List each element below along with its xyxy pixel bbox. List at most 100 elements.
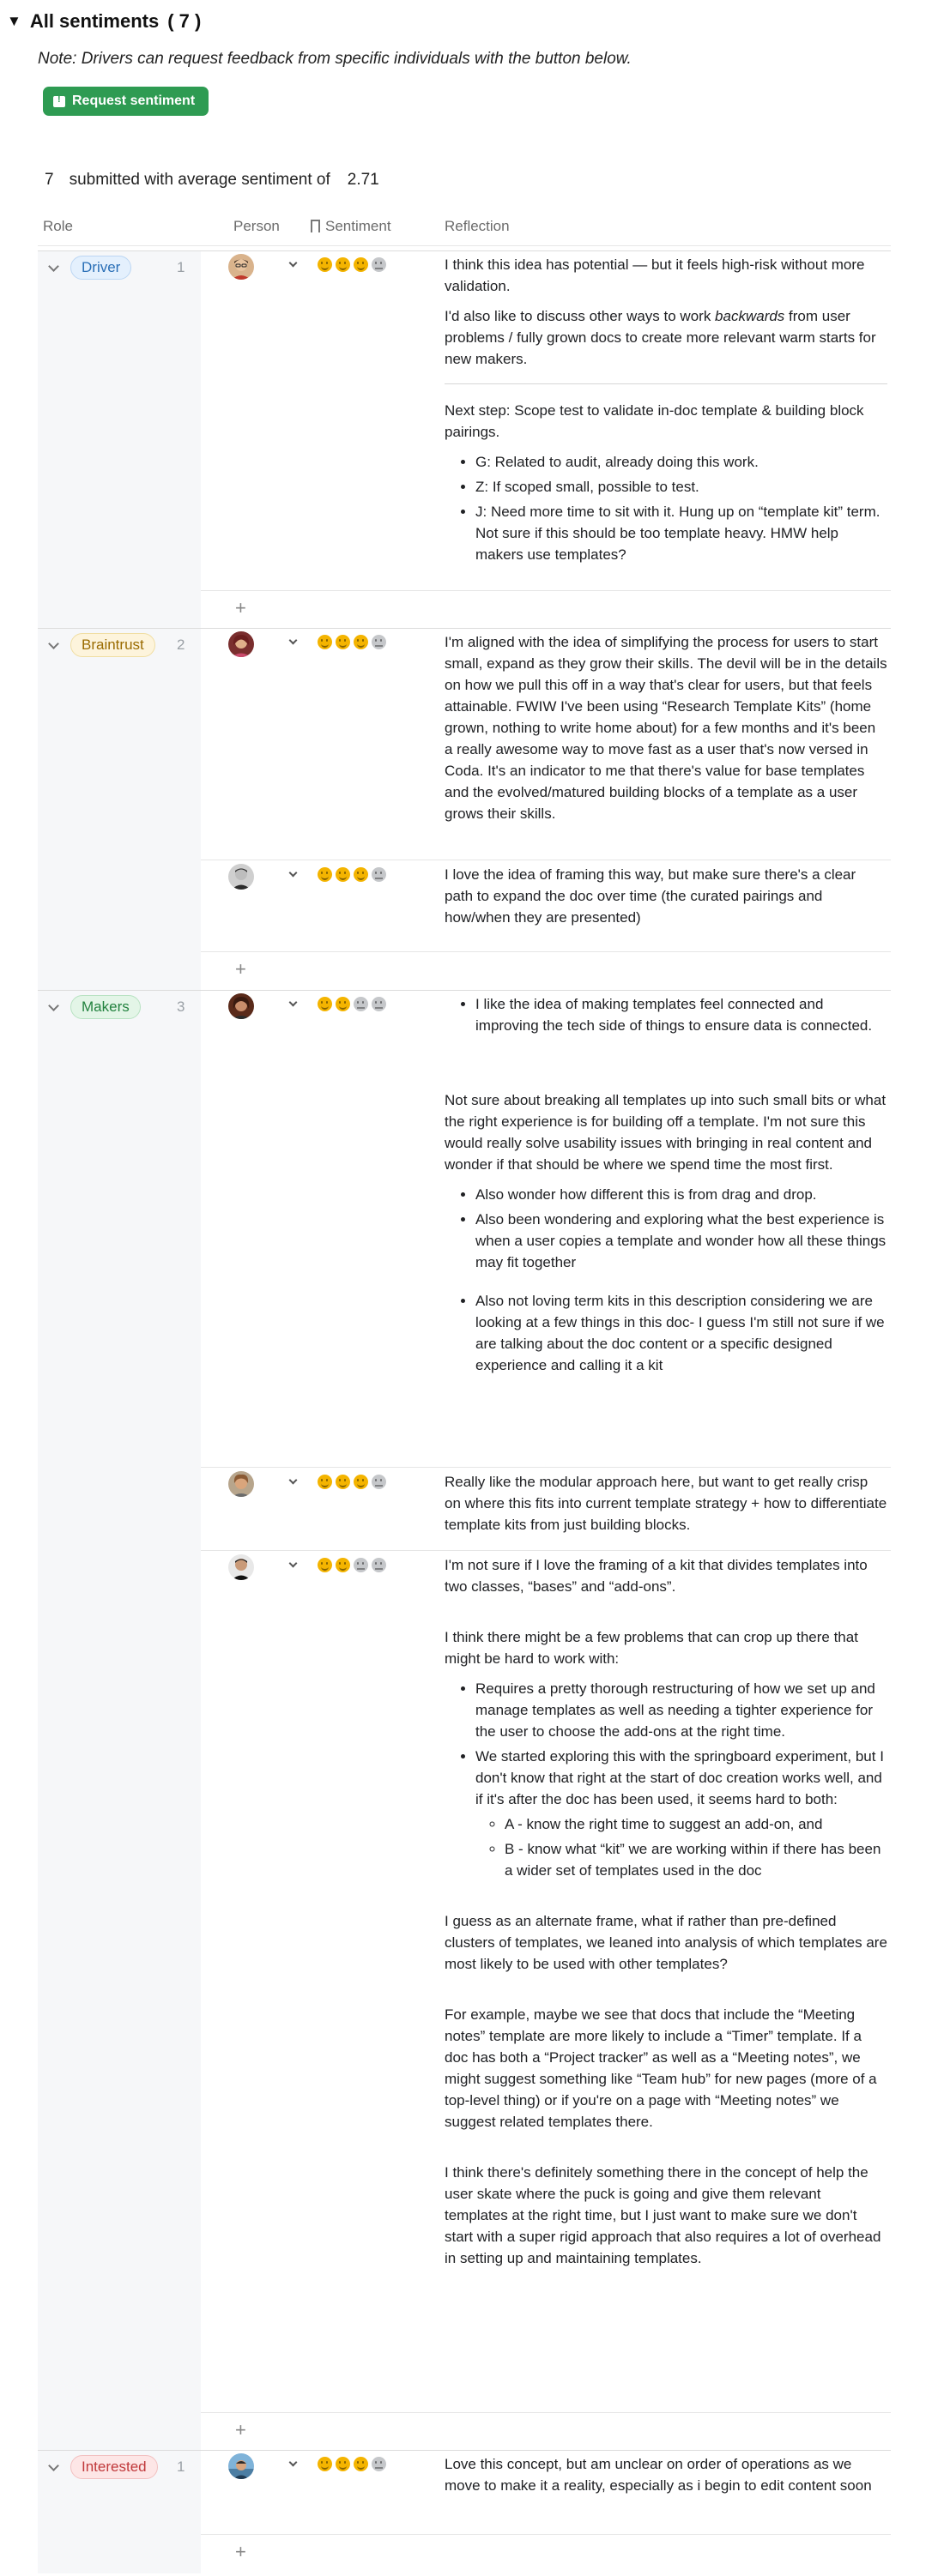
- role-pill-interested: Interested: [70, 2455, 158, 2479]
- collapse-triangle-icon[interactable]: ▼: [7, 13, 21, 30]
- smile-face-icon[interactable]: [336, 867, 350, 882]
- role-pill-makers: Makers: [70, 995, 141, 1019]
- smile-face-icon[interactable]: [354, 867, 368, 882]
- column-sentiment[interactable]: Sentiment: [311, 218, 391, 236]
- section-header[interactable]: ▼ All sentiments ( 7 ): [7, 10, 201, 33]
- group-braintrust: Braintrust 2 I'm aligned with the idea o…: [38, 628, 891, 990]
- avatar[interactable]: [228, 631, 254, 657]
- smile-face-icon[interactable]: [318, 997, 332, 1011]
- reflection-list: Also wonder how different this is from d…: [445, 1184, 887, 1273]
- smile-face-icon[interactable]: [336, 635, 350, 649]
- column-role[interactable]: Role: [43, 218, 73, 235]
- bookmark-icon: [311, 220, 320, 236]
- sentiment-rating: [318, 635, 386, 649]
- reflection-text: I'm aligned with the idea of simplifying…: [445, 631, 887, 833]
- group-sidebar: [38, 250, 201, 628]
- list-item: Also wonder how different this is from d…: [475, 1184, 887, 1205]
- smile-face-icon[interactable]: [336, 997, 350, 1011]
- reflection-divider: [445, 383, 887, 384]
- neutral-face-icon[interactable]: [372, 1558, 386, 1572]
- reflection-paragraph: Next step: Scope test to validate in-doc…: [445, 402, 864, 440]
- chevron-down-icon[interactable]: [288, 1559, 298, 1568]
- avatar[interactable]: [228, 993, 254, 1019]
- reflection-paragraph: Not sure about breaking all templates up…: [445, 1092, 887, 1173]
- average-sentiment: 2.71: [347, 171, 379, 189]
- sentiment-rating: [318, 257, 386, 272]
- plus-icon[interactable]: +: [235, 958, 246, 980]
- smile-face-icon[interactable]: [336, 257, 350, 272]
- neutral-face-icon[interactable]: [354, 997, 368, 1011]
- avatar[interactable]: [228, 254, 254, 280]
- chevron-down-icon[interactable]: [288, 1475, 298, 1485]
- neutral-face-icon[interactable]: [372, 635, 386, 649]
- smile-face-icon[interactable]: [354, 2457, 368, 2471]
- plus-icon[interactable]: +: [235, 2541, 246, 2563]
- smile-face-icon[interactable]: [318, 635, 332, 649]
- reflection-list: I like the idea of making templates feel…: [445, 993, 887, 1036]
- reflection-paragraph: Love this concept, but am unclear on ord…: [445, 2456, 872, 2494]
- smile-face-icon[interactable]: [318, 257, 332, 272]
- sentiment-entry: I love the idea of framing this way, but…: [201, 860, 891, 951]
- group-interested: Interested 1 Love this concept, but am u…: [38, 2450, 891, 2573]
- reflection-text: I love the idea of framing this way, but…: [445, 864, 887, 937]
- reflection-paragraph: I think there's definitely something the…: [445, 2164, 881, 2266]
- section-count: ( 7 ): [167, 10, 202, 32]
- column-person[interactable]: Person: [233, 218, 280, 235]
- request-sentiment-button[interactable]: Request sentiment: [43, 87, 209, 116]
- avatar[interactable]: [228, 2453, 254, 2479]
- section-title: All sentiments: [29, 10, 160, 32]
- reflection-text: Really like the modular approach here, b…: [445, 1471, 887, 1544]
- avatar[interactable]: [228, 1554, 254, 1580]
- add-entry-row[interactable]: +: [201, 591, 891, 624]
- neutral-face-icon[interactable]: [372, 2457, 386, 2471]
- add-entry-row[interactable]: +: [201, 2535, 891, 2567]
- plus-icon[interactable]: +: [235, 2419, 246, 2441]
- smile-face-icon[interactable]: [336, 2457, 350, 2471]
- plus-icon[interactable]: +: [235, 597, 246, 619]
- chevron-down-icon[interactable]: [288, 998, 298, 1007]
- sentiment-rating: [318, 1558, 386, 1572]
- smile-face-icon[interactable]: [336, 1558, 350, 1572]
- reflection-list: G: Related to audit, already doing this …: [445, 451, 887, 565]
- chevron-down-icon[interactable]: [288, 868, 298, 878]
- driver-note: Note: Drivers can request feedback from …: [38, 50, 632, 68]
- reflection-paragraph: I guess as an alternate frame, what if r…: [445, 1913, 887, 1972]
- chevron-down-icon[interactable]: [288, 636, 298, 645]
- smile-face-icon[interactable]: [354, 257, 368, 272]
- emphasis-text: backwards: [715, 308, 785, 324]
- reflection-text: Love this concept, but am unclear on ord…: [445, 2453, 887, 2505]
- smile-face-icon[interactable]: [318, 1558, 332, 1572]
- group-sidebar: [38, 990, 201, 2450]
- smile-face-icon[interactable]: [318, 1475, 332, 1489]
- group-makers: Makers 3 I like the idea of making templ…: [38, 990, 891, 2450]
- chevron-down-icon[interactable]: [288, 2458, 298, 2467]
- smile-face-icon[interactable]: [336, 1475, 350, 1489]
- neutral-face-icon[interactable]: [372, 997, 386, 1011]
- add-entry-row[interactable]: +: [201, 952, 891, 985]
- smile-face-icon[interactable]: [318, 2457, 332, 2471]
- column-reflection[interactable]: Reflection: [445, 218, 510, 235]
- neutral-face-icon[interactable]: [372, 867, 386, 882]
- neutral-face-icon[interactable]: [354, 1558, 368, 1572]
- avatar[interactable]: [228, 1471, 254, 1497]
- group-count: 2: [177, 636, 185, 653]
- list-item: Requires a pretty thorough restructuring…: [475, 1678, 887, 1742]
- group-count: 1: [177, 259, 185, 275]
- chevron-down-icon[interactable]: [288, 258, 298, 268]
- list-item-text: We started exploring this with the sprin…: [475, 1748, 884, 1807]
- add-entry-row[interactable]: +: [201, 2413, 891, 2446]
- avatar[interactable]: [228, 864, 254, 890]
- smile-face-icon[interactable]: [318, 867, 332, 882]
- reflection-paragraph: Really like the modular approach here, b…: [445, 1474, 887, 1533]
- neutral-face-icon[interactable]: [372, 257, 386, 272]
- smile-face-icon[interactable]: [354, 635, 368, 649]
- group-count: 1: [177, 2458, 185, 2475]
- smile-face-icon[interactable]: [354, 1475, 368, 1489]
- reflection-text: I think this idea has potential — but it…: [445, 254, 887, 574]
- neutral-face-icon[interactable]: [372, 1475, 386, 1489]
- sentiment-rating: [318, 2457, 386, 2471]
